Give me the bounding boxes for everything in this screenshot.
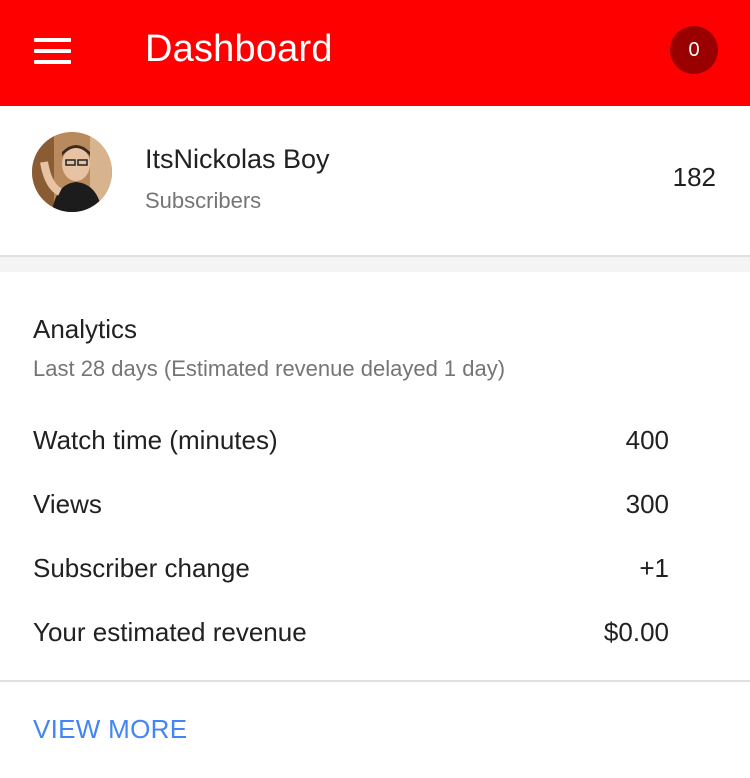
metric-value: 400 xyxy=(625,424,669,455)
hamburger-menu-icon[interactable] xyxy=(34,32,78,70)
metric-value: +1 xyxy=(639,552,669,583)
channel-summary[interactable]: ItsNickolas Boy Subscribers 182 xyxy=(0,106,750,257)
notification-badge[interactable]: 0 xyxy=(670,26,718,74)
divider xyxy=(0,680,750,682)
subscriber-count: 182 xyxy=(672,162,716,192)
metric-label: Subscriber change xyxy=(33,552,250,583)
metric-row-subscriber-change: Subscriber change +1 xyxy=(33,548,669,588)
page-title: Dashboard xyxy=(145,28,333,70)
metric-label: Views xyxy=(33,488,102,519)
metric-row-watch-time: Watch time (minutes) 400 xyxy=(33,420,669,460)
analytics-title: Analytics xyxy=(33,314,138,344)
analytics-subtitle: Last 28 days (Estimated revenue delayed … xyxy=(33,356,506,381)
metric-label: Watch time (minutes) xyxy=(33,424,278,455)
channel-name: ItsNickolas Boy xyxy=(145,144,330,174)
metric-value: 300 xyxy=(625,488,669,519)
metric-row-views: Views 300 xyxy=(33,484,669,524)
section-separator xyxy=(0,257,750,272)
view-more-button[interactable]: VIEW MORE xyxy=(33,714,187,745)
metric-row-estimated-revenue: Your estimated revenue $0.00 xyxy=(33,612,669,652)
avatar[interactable] xyxy=(32,132,112,212)
metric-value: $0.00 xyxy=(603,616,669,647)
analytics-card: Analytics Last 28 days (Estimated revenu… xyxy=(0,272,750,778)
metric-label: Your estimated revenue xyxy=(33,616,307,647)
subscribers-label: Subscribers xyxy=(145,188,262,213)
app-header: Dashboard 0 xyxy=(0,0,750,106)
